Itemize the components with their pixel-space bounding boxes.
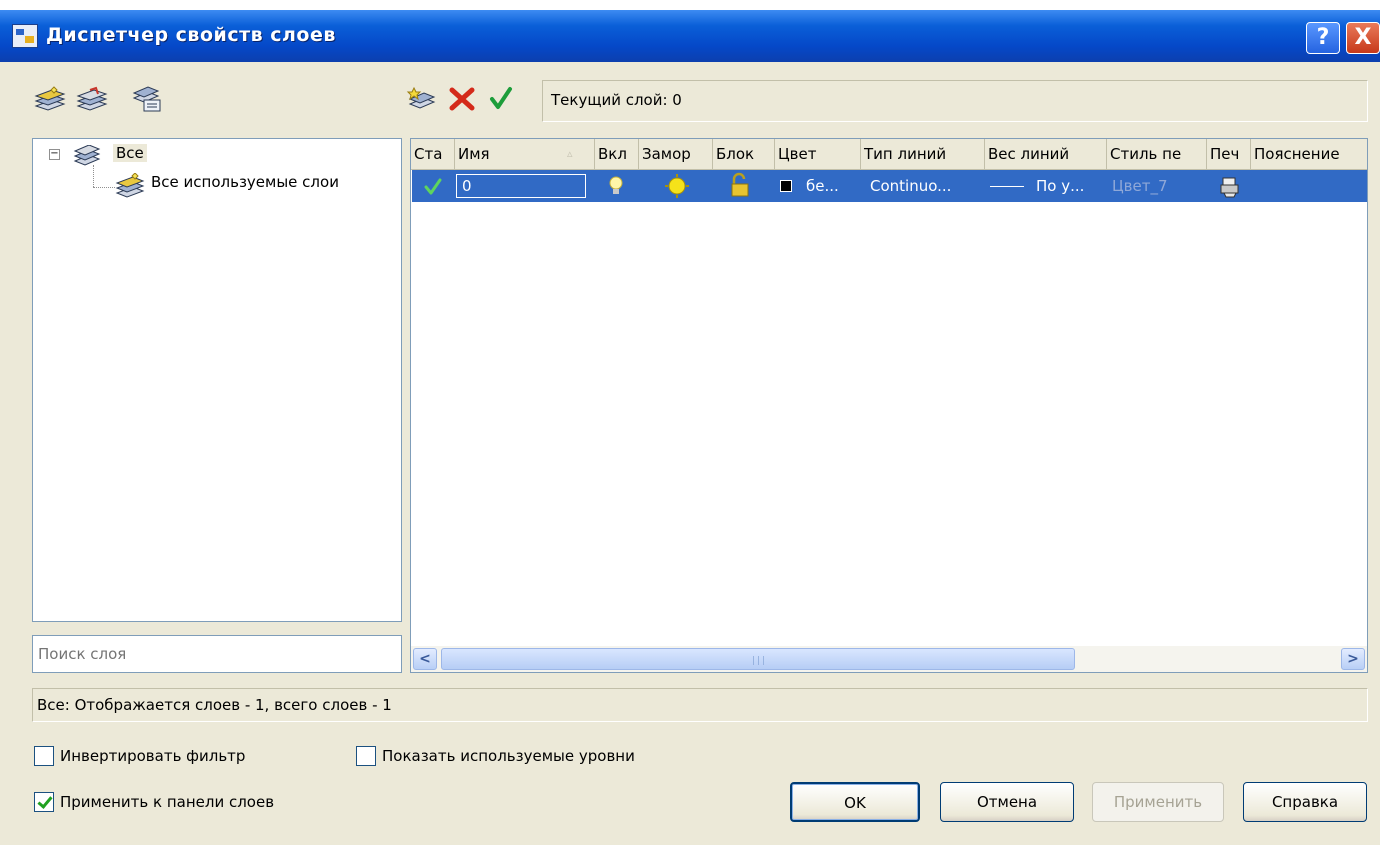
scroll-right-button[interactable]: >	[1341, 648, 1365, 670]
scroll-left-button[interactable]: <	[413, 648, 437, 670]
window-title: Диспетчер свойств слоев	[46, 24, 336, 46]
column-header-lineweight[interactable]: Вес линий	[985, 139, 1107, 169]
invert-filter-label[interactable]: Инвертировать фильтр	[60, 747, 245, 765]
apply-button[interactable]: Применить	[1092, 782, 1224, 822]
cancel-button[interactable]: Отмена	[940, 782, 1074, 822]
status-bar: Все: Отображается слоев - 1, всего слоев…	[32, 688, 1368, 722]
collapse-toggle[interactable]: −	[49, 149, 60, 160]
layer-color-cell[interactable]: бе...	[806, 170, 856, 202]
apply-to-layer-panel-checkbox[interactable]	[34, 792, 54, 812]
layer-name-cell[interactable]: 0	[456, 174, 586, 198]
column-header-color[interactable]: Цвет	[775, 139, 861, 169]
layer-linetype-cell[interactable]: Continuo...	[870, 170, 982, 202]
scroll-thumb[interactable]: |||	[441, 648, 1075, 670]
layer-lineweight-cell[interactable]: По у...	[1036, 170, 1104, 202]
table-row[interactable]: 0 бе... Continuo... По у... Цвет_7	[412, 170, 1367, 202]
filter-tree[interactable]: − Все Все используемые слои	[32, 138, 402, 622]
title-bar[interactable]: Диспетчер свойств слоев ? X	[0, 10, 1380, 62]
column-header-name[interactable]: Имя ▵	[455, 139, 595, 169]
search-layer-input[interactable]	[32, 635, 402, 673]
show-used-levels-checkbox[interactable]	[356, 746, 376, 766]
layer-list[interactable]: Ста Имя ▵ Вкл Замор Блок Цвет Тип линий В…	[410, 138, 1368, 673]
current-layer-label: Текущий слой: 0	[551, 91, 682, 109]
show-used-levels-label[interactable]: Показать используемые уровни	[382, 747, 635, 765]
unlocked-icon[interactable]	[726, 170, 756, 202]
all-layers-icon	[73, 144, 103, 167]
new-layer-icon[interactable]	[406, 86, 438, 112]
horizontal-scrollbar[interactable]: < ||| >	[411, 646, 1367, 672]
tree-item-all[interactable]: Все	[113, 144, 147, 162]
column-header-freeze[interactable]: Замор	[639, 139, 713, 169]
color-swatch[interactable]	[780, 170, 794, 202]
ok-button[interactable]: OK	[790, 782, 920, 822]
column-header-linetype[interactable]: Тип линий	[861, 139, 985, 169]
close-button[interactable]: X	[1346, 22, 1380, 54]
column-header-plot[interactable]: Печ	[1207, 139, 1251, 169]
lineweight-line	[990, 170, 1026, 202]
app-icon	[12, 24, 38, 48]
current-layer-display: Текущий слой: 0	[542, 80, 1368, 122]
apply-to-layer-panel-label[interactable]: Применить к панели слоев	[60, 793, 274, 811]
new-group-filter-icon[interactable]	[76, 86, 108, 112]
invert-filter-checkbox[interactable]	[34, 746, 54, 766]
column-header-status[interactable]: Ста	[411, 139, 455, 169]
used-layers-icon	[115, 172, 147, 199]
current-layer-check-icon	[422, 170, 446, 202]
column-header-description[interactable]: Пояснение	[1251, 139, 1367, 169]
column-header-lock[interactable]: Блок	[713, 139, 775, 169]
tree-connector	[93, 187, 115, 188]
status-text: Все: Отображается слоев - 1, всего слоев…	[37, 696, 392, 714]
lightbulb-icon[interactable]	[606, 170, 630, 202]
printer-icon[interactable]	[1218, 170, 1244, 202]
column-header-row: Ста Имя ▵ Вкл Замор Блок Цвет Тип линий В…	[411, 139, 1367, 170]
layer-properties-dialog: Диспетчер свойств слоев ? X Текущий слой…	[0, 10, 1380, 845]
column-header-on[interactable]: Вкл	[595, 139, 639, 169]
delete-layer-icon[interactable]	[446, 86, 478, 112]
layer-plot-style-cell: Цвет_7	[1112, 177, 1168, 195]
help-title-button[interactable]: ?	[1306, 22, 1340, 54]
sort-arrow-icon: ▵	[567, 147, 573, 160]
column-header-plot-style[interactable]: Стиль пе	[1107, 139, 1207, 169]
tree-connector	[93, 165, 94, 187]
tree-item-used-layers[interactable]: Все используемые слои	[151, 173, 339, 191]
new-property-filter-icon[interactable]	[34, 86, 66, 112]
help-button[interactable]: Справка	[1243, 782, 1367, 822]
layer-states-manager-icon[interactable]	[132, 86, 164, 112]
set-current-icon[interactable]	[486, 86, 518, 112]
sun-icon[interactable]	[662, 170, 692, 202]
